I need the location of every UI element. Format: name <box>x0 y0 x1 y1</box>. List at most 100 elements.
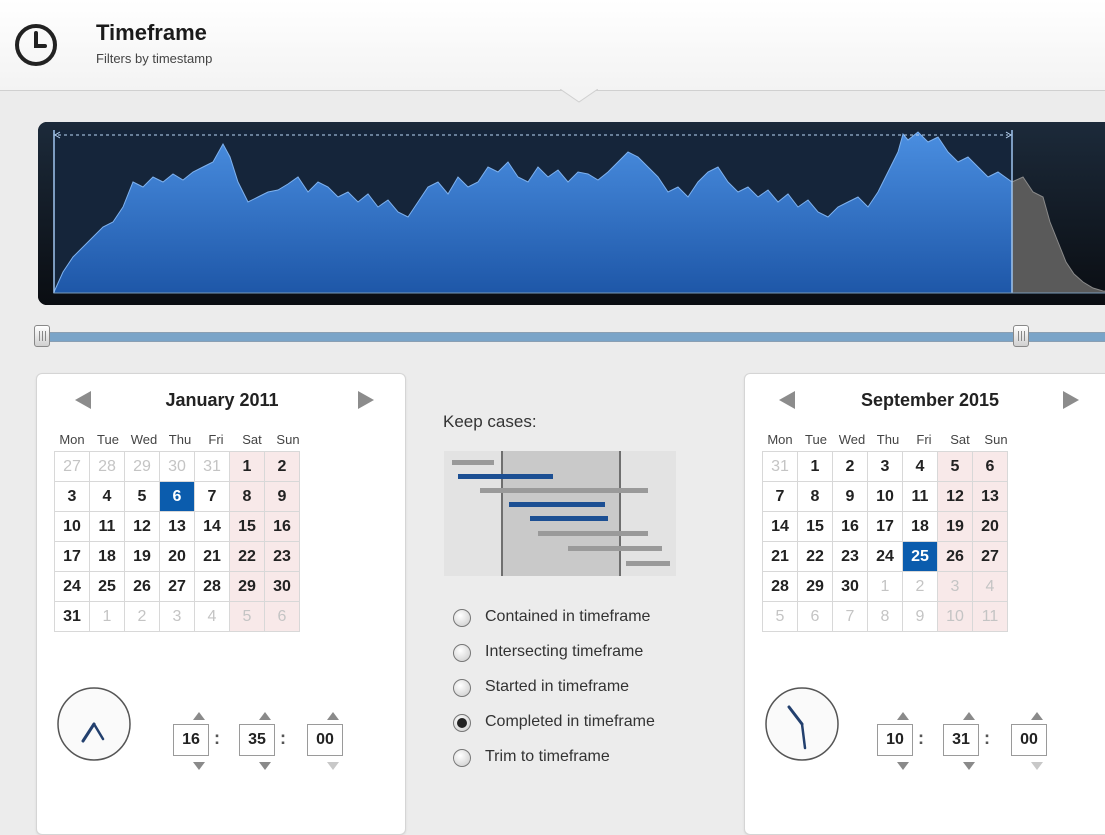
range-slider-track[interactable] <box>40 332 1105 342</box>
calendar-day[interactable]: 27 <box>159 571 195 602</box>
calendar-day[interactable]: 19 <box>124 541 160 572</box>
calendar-day-other-month[interactable]: 11 <box>972 601 1008 632</box>
calendar-day-other-month[interactable]: 3 <box>937 571 973 602</box>
end-hour-down-arrow[interactable] <box>897 762 909 770</box>
calendar-day-other-month[interactable]: 10 <box>937 601 973 632</box>
start-second-down-arrow[interactable] <box>327 762 339 770</box>
calendar-day[interactable]: 30 <box>264 571 300 602</box>
calendar-day[interactable]: 13 <box>972 481 1008 512</box>
calendar-day-other-month[interactable]: 31 <box>194 451 230 482</box>
calendar-day[interactable]: 14 <box>194 511 230 542</box>
calendar-day[interactable]: 18 <box>89 541 125 572</box>
calendar-day[interactable]: 5 <box>124 481 160 512</box>
calendar-day[interactable]: 8 <box>229 481 265 512</box>
start-minute-input[interactable]: 35 <box>239 724 275 756</box>
start-minute-down-arrow[interactable] <box>259 762 271 770</box>
calendar-day[interactable]: 21 <box>194 541 230 572</box>
calendar-day[interactable]: 1 <box>797 451 833 482</box>
start-hour-down-arrow[interactable] <box>193 762 205 770</box>
end-hour-up-arrow[interactable] <box>897 712 909 720</box>
radio-button[interactable] <box>453 749 471 767</box>
calendar-day-other-month[interactable]: 30 <box>159 451 195 482</box>
calendar-day[interactable]: 6 <box>972 451 1008 482</box>
next-month-arrow-icon[interactable] <box>350 387 380 413</box>
calendar-day[interactable]: 9 <box>264 481 300 512</box>
calendar-day[interactable]: 22 <box>797 541 833 572</box>
calendar-day[interactable]: 9 <box>832 481 868 512</box>
calendar-day-other-month[interactable]: 28 <box>89 451 125 482</box>
calendar-day[interactable]: 29 <box>229 571 265 602</box>
calendar-day-other-month[interactable]: 27 <box>54 451 90 482</box>
start-hour-input[interactable]: 16 <box>173 724 209 756</box>
calendar-day-other-month[interactable]: 2 <box>902 571 938 602</box>
radio-button[interactable] <box>453 679 471 697</box>
end-second-up-arrow[interactable] <box>1031 712 1043 720</box>
calendar-day-other-month[interactable]: 5 <box>229 601 265 632</box>
calendar-day[interactable]: 7 <box>194 481 230 512</box>
calendar-day[interactable]: 24 <box>867 541 903 572</box>
calendar-day[interactable]: 18 <box>902 511 938 542</box>
calendar-day[interactable]: 17 <box>867 511 903 542</box>
calendar-day-other-month[interactable]: 6 <box>264 601 300 632</box>
range-slider-start-handle[interactable] <box>34 325 50 347</box>
calendar-day-other-month[interactable]: 3 <box>159 601 195 632</box>
calendar-day[interactable]: 21 <box>762 541 798 572</box>
calendar-day-other-month[interactable]: 6 <box>797 601 833 632</box>
calendar-day[interactable]: 26 <box>124 571 160 602</box>
calendar-day[interactable]: 8 <box>797 481 833 512</box>
calendar-day[interactable]: 22 <box>229 541 265 572</box>
calendar-day[interactable]: 26 <box>937 541 973 572</box>
calendar-day[interactable]: 4 <box>89 481 125 512</box>
radio-button[interactable] <box>453 609 471 627</box>
calendar-day[interactable]: 3 <box>867 451 903 482</box>
calendar-day[interactable]: 15 <box>229 511 265 542</box>
calendar-day[interactable]: 19 <box>937 511 973 542</box>
calendar-day-other-month[interactable]: 5 <box>762 601 798 632</box>
calendar-day-other-month[interactable]: 29 <box>124 451 160 482</box>
start-minute-up-arrow[interactable] <box>259 712 271 720</box>
calendar-day[interactable]: 4 <box>902 451 938 482</box>
calendar-day-other-month[interactable]: 2 <box>124 601 160 632</box>
calendar-day[interactable]: 23 <box>832 541 868 572</box>
calendar-day[interactable]: 10 <box>54 511 90 542</box>
calendar-day[interactable]: 16 <box>264 511 300 542</box>
calendar-day[interactable]: 17 <box>54 541 90 572</box>
calendar-day-selected[interactable]: 25 <box>902 541 938 572</box>
calendar-day[interactable]: 12 <box>124 511 160 542</box>
radio-button[interactable] <box>453 714 471 732</box>
calendar-day[interactable]: 20 <box>159 541 195 572</box>
calendar-day[interactable]: 27 <box>972 541 1008 572</box>
calendar-day-other-month[interactable]: 1 <box>867 571 903 602</box>
calendar-day-other-month[interactable]: 8 <box>867 601 903 632</box>
calendar-day-selected[interactable]: 6 <box>159 481 195 512</box>
radio-button[interactable] <box>453 644 471 662</box>
calendar-day[interactable]: 15 <box>797 511 833 542</box>
calendar-day[interactable]: 3 <box>54 481 90 512</box>
calendar-day-other-month[interactable]: 4 <box>194 601 230 632</box>
calendar-day[interactable]: 13 <box>159 511 195 542</box>
end-hour-input[interactable]: 10 <box>877 724 913 756</box>
calendar-day-other-month[interactable]: 31 <box>762 451 798 482</box>
start-second-input[interactable]: 00 <box>307 724 343 756</box>
calendar-day[interactable]: 23 <box>264 541 300 572</box>
calendar-day[interactable]: 28 <box>762 571 798 602</box>
calendar-day[interactable]: 10 <box>867 481 903 512</box>
calendar-day[interactable]: 2 <box>832 451 868 482</box>
calendar-day[interactable]: 29 <box>797 571 833 602</box>
start-second-up-arrow[interactable] <box>327 712 339 720</box>
timeline-histogram[interactable] <box>38 122 1105 305</box>
start-hour-up-arrow[interactable] <box>193 712 205 720</box>
calendar-day-other-month[interactable]: 1 <box>89 601 125 632</box>
calendar-day[interactable]: 7 <box>762 481 798 512</box>
calendar-day[interactable]: 11 <box>89 511 125 542</box>
calendar-day-other-month[interactable]: 9 <box>902 601 938 632</box>
calendar-day[interactable]: 31 <box>54 601 90 632</box>
calendar-day[interactable]: 30 <box>832 571 868 602</box>
end-second-input[interactable]: 00 <box>1011 724 1047 756</box>
calendar-day-other-month[interactable]: 7 <box>832 601 868 632</box>
calendar-day[interactable]: 5 <box>937 451 973 482</box>
calendar-day[interactable]: 20 <box>972 511 1008 542</box>
calendar-day[interactable]: 25 <box>89 571 125 602</box>
range-slider-end-handle[interactable] <box>1013 325 1029 347</box>
end-second-down-arrow[interactable] <box>1031 762 1043 770</box>
